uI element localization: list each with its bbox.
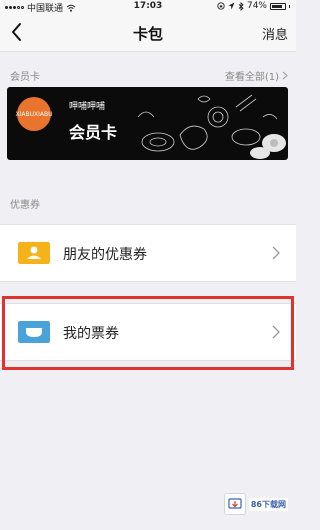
member-card[interactable]: XIABUXIABU 呷哺呷哺 会员卡 (7, 87, 288, 160)
status-right: 74% (217, 1, 290, 11)
brand-logo: XIABUXIABU (15, 97, 53, 131)
hotpot-illustration-icon (137, 94, 286, 159)
highlight-box (2, 296, 294, 370)
location-icon (228, 2, 235, 10)
message-button[interactable]: 消息 (262, 24, 288, 43)
battery-tip-icon (289, 4, 290, 8)
coupon-section-label: 优惠券 (10, 200, 40, 211)
status-bar: 中国联通 17:03 74% (0, 0, 296, 14)
friend-coupon-label: 朋友的优惠券 (63, 247, 147, 263)
page-title: 卡包 (132, 25, 163, 43)
rotation-lock-icon (217, 2, 225, 10)
brand-name: 呷哺呷哺 (69, 102, 106, 112)
battery-icon (270, 2, 286, 10)
watermark-logo-icon (223, 493, 246, 515)
bluetooth-icon (238, 1, 244, 11)
navigation-bar: 卡包 消息 (0, 14, 296, 52)
battery-percent: 74% (246, 1, 267, 11)
view-all-label: 查看全部(1) (224, 72, 279, 83)
friend-coupon-row[interactable]: 朋友的优惠券 (0, 224, 296, 282)
watermark: 86下载网 (223, 493, 288, 515)
brand-logo-text: XIABUXIABU (15, 110, 53, 118)
chevron-right-icon (272, 246, 280, 260)
member-card-section-label: 会员卡 (10, 72, 40, 83)
view-all-link[interactable]: 查看全部(1) (225, 68, 288, 83)
member-card-title: 会员卡 (69, 123, 118, 142)
friend-coupon-icon (18, 242, 50, 264)
watermark-text: 86下载网 (248, 497, 288, 511)
chevron-right-icon (282, 71, 288, 80)
